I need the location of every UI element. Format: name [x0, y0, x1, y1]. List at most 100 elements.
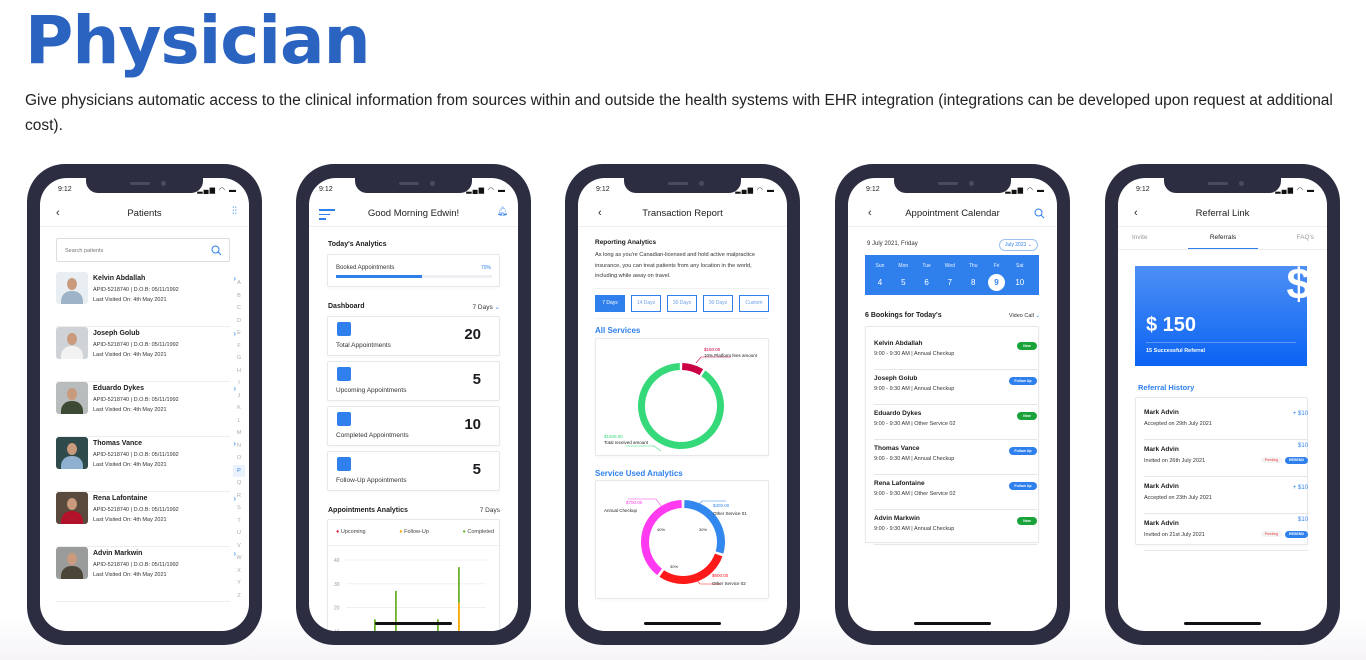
alphabet-letter[interactable]: V	[233, 540, 245, 553]
alphabet-letter[interactable]: E	[233, 327, 245, 340]
booking-row[interactable]: Kelvin Abdallah 9:00 - 9:30 AM | Annual C…	[874, 335, 1037, 370]
alphabet-letter[interactable]: H	[233, 365, 245, 378]
search-icon[interactable]	[1034, 208, 1045, 219]
alphabet-letter[interactable]: W	[233, 552, 245, 565]
range-button[interactable]: 90 Days	[703, 295, 733, 312]
calendar-day[interactable]: Wed 7	[940, 263, 960, 291]
alphabet-letter[interactable]: X	[233, 565, 245, 578]
booked-label: Booked Appointments	[336, 265, 395, 271]
screen-title: Referral Link	[1195, 208, 1250, 219]
alphabet-letter[interactable]: O	[233, 452, 245, 465]
booking-name: Eduardo Dykes	[874, 410, 922, 417]
alphabet-index[interactable]: ABCDEFGHIJKLMNOPQRSTUVWXYZ	[233, 277, 245, 602]
month-dropdown[interactable]: July 2021 ⌄	[999, 239, 1038, 251]
resend-button[interactable]: RESEND	[1285, 456, 1308, 464]
patient-name: Eduardo Dykes	[93, 385, 144, 392]
alphabet-letter[interactable]: S	[233, 502, 245, 515]
stat-card[interactable]: Upcoming Appointments 5	[327, 361, 500, 401]
chevron-down-icon: ⌄	[494, 304, 500, 311]
patient-row[interactable]: Thomas Vance APID-5218740 | D.O.B: 05/11/…	[56, 437, 236, 492]
patient-row[interactable]: Joseph Golub APID-5218740 | D.O.B: 05/11/…	[56, 327, 236, 382]
stat-label: Upcoming Appointments	[336, 387, 407, 394]
patient-ids: APID-5218740 | D.O.B: 05/11/1992	[93, 507, 179, 513]
range-button[interactable]: 7 Days	[595, 295, 625, 312]
patient-last-visit: Last Visited On: 4th May 2021	[93, 352, 167, 358]
alphabet-letter[interactable]: J	[233, 390, 245, 403]
search-box[interactable]	[56, 238, 230, 262]
patient-row[interactable]: Advin Markwin APID-5218740 | D.O.B: 05/11…	[56, 547, 236, 602]
patient-row[interactable]: Kelvin Abdallah APID-5218740 | D.O.B: 05/…	[56, 272, 236, 327]
appointments-bar-chart: 40 30 20 10	[334, 558, 486, 631]
donut-slice	[682, 363, 704, 376]
calendar-day[interactable]: Fri 9	[987, 263, 1007, 291]
call-type-dropdown[interactable]: Video Call ⌄	[1009, 313, 1040, 319]
alphabet-letter[interactable]: Q	[233, 477, 245, 490]
calendar-day[interactable]: Mon 5	[893, 263, 913, 291]
sliders-icon[interactable]: ⫶⫶	[232, 206, 237, 217]
alphabet-letter[interactable]: F	[233, 340, 245, 353]
stat-card[interactable]: Follow-Up Appointments 5	[327, 451, 500, 491]
search-input[interactable]	[65, 248, 195, 254]
alphabet-letter[interactable]: C	[233, 302, 245, 315]
range-button[interactable]: Custom	[739, 295, 769, 312]
stat-card[interactable]: Completed Appointments 10	[327, 406, 500, 446]
clipboard-check-icon	[337, 322, 351, 336]
booking-row[interactable]: Rena Lafontaine 9:00 - 9:30 AM | Other Se…	[874, 475, 1037, 510]
booking-name: Rena Lafontaine	[874, 480, 925, 487]
alphabet-letter[interactable]: L	[233, 415, 245, 428]
alphabet-letter[interactable]: N	[233, 440, 245, 453]
stat-value: 5	[472, 461, 481, 478]
alphabet-letter[interactable]: M	[233, 427, 245, 440]
booking-row[interactable]: Thomas Vance 9:00 - 9:30 AM | Annual Chec…	[874, 440, 1037, 475]
stat-label: Completed Appointments	[336, 432, 409, 439]
booked-progress-fill	[336, 275, 422, 278]
tab-referrals[interactable]: Referrals	[1188, 234, 1258, 249]
range-button[interactable]: 14 Days	[631, 295, 661, 312]
alphabet-letter[interactable]: T	[233, 515, 245, 528]
alphabet-letter[interactable]: Z	[233, 590, 245, 603]
referral-status: Invited on 21st July 2021	[1144, 532, 1205, 538]
booking-row[interactable]: Joseph Golub 9:00 - 9:30 AM | Annual Chec…	[874, 370, 1037, 405]
calendar-day[interactable]: Thu 8	[963, 263, 983, 291]
alphabet-letter[interactable]: R	[233, 490, 245, 503]
tab-faqs[interactable]: FAQ's	[1258, 234, 1327, 249]
stat-card[interactable]: Total Appointments 20	[327, 316, 500, 356]
booking-row[interactable]: Advin Markwin 9:00 - 9:30 AM | Annual Che…	[874, 510, 1037, 545]
patient-row[interactable]: Eduardo Dykes APID-5218740 | D.O.B: 05/11…	[56, 382, 236, 437]
status-time: 9:12	[866, 186, 880, 193]
calendar-screen: 9:12 ▂▄▆ ◠ ▬ ‹ Appointment Calendar 9 Ju…	[848, 178, 1057, 631]
alphabet-letter[interactable]: G	[233, 352, 245, 365]
calendar-day[interactable]: Tue 6	[917, 263, 937, 291]
referral-status: Accepted on 23th July 2021	[1144, 495, 1212, 501]
analytics-range[interactable]: 7 Days	[480, 507, 500, 514]
alphabet-letter[interactable]: P	[233, 464, 245, 477]
booking-row[interactable]: Eduardo Dykes 9:00 - 9:30 AM | Other Serv…	[874, 405, 1037, 440]
alphabet-letter[interactable]: D	[233, 315, 245, 328]
calendar-day[interactable]: Sun 4	[870, 263, 890, 291]
alphabet-letter[interactable]: K	[233, 402, 245, 415]
alphabet-letter[interactable]: A	[233, 277, 245, 290]
referral-count: 15 Successful Referral	[1146, 348, 1206, 354]
annual-amount: $700.00	[626, 500, 643, 505]
alphabet-letter[interactable]: U	[233, 527, 245, 540]
range-dropdown[interactable]: 7 Days ⌄	[473, 303, 501, 311]
patient-name: Kelvin Abdallah	[93, 275, 146, 282]
referral-earnings-card: $ $ 150 15 Successful Referral	[1135, 266, 1307, 366]
referral-row: Mark Advin Accepted on 29th July 2021 + $1…	[1144, 403, 1308, 440]
alphabet-letter[interactable]: I	[233, 377, 245, 390]
patient-row[interactable]: Rena Lafontaine APID-5218740 | D.O.B: 05/…	[56, 492, 236, 547]
alphabet-letter[interactable]: Y	[233, 577, 245, 590]
avatar	[56, 547, 88, 579]
bell-icon[interactable]: 🔔︎	[497, 206, 508, 217]
calendar-day[interactable]: Sat 10	[1010, 263, 1030, 291]
patient-ids: APID-5218740 | D.O.B: 05/11/1992	[93, 342, 179, 348]
resend-button[interactable]: RESEND	[1285, 530, 1308, 538]
service02-percent: 30%	[670, 564, 679, 569]
alphabet-letter[interactable]: B	[233, 290, 245, 303]
patient-ids: APID-5218740 | D.O.B: 05/11/1992	[93, 452, 179, 458]
tab-invite[interactable]: Invite	[1118, 234, 1188, 249]
greeting: Good Morning Edwin!	[367, 208, 460, 219]
range-button[interactable]: 30 Days	[667, 295, 697, 312]
appointments-analytics-heading: Appointments Analytics	[328, 507, 408, 514]
search-icon[interactable]	[211, 245, 222, 256]
